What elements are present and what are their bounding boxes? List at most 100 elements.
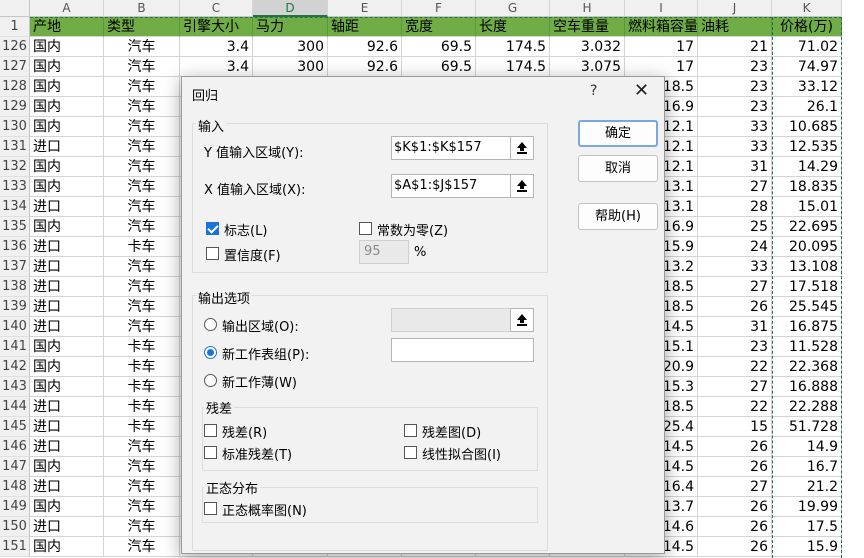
- table-cell[interactable]: 33: [698, 117, 772, 137]
- row-header[interactable]: 147: [0, 457, 30, 477]
- table-cell[interactable]: 16.7: [772, 457, 842, 477]
- table-cell[interactable]: 11.528: [772, 337, 842, 357]
- row-header[interactable]: 151: [0, 537, 30, 557]
- header-cell[interactable]: 产地: [30, 17, 104, 37]
- table-cell[interactable]: 16.888: [772, 377, 842, 397]
- table-cell[interactable]: 300: [253, 37, 328, 57]
- x-range-collapse-button[interactable]: [510, 174, 534, 198]
- table-cell[interactable]: 国内: [30, 117, 104, 137]
- table-cell[interactable]: 国内: [30, 457, 104, 477]
- table-cell[interactable]: 71.02: [772, 37, 842, 57]
- normal-probability-checkbox[interactable]: [204, 502, 217, 515]
- table-cell[interactable]: 33: [698, 257, 772, 277]
- table-cell[interactable]: 17: [625, 57, 698, 77]
- line-fit-plots-checkbox[interactable]: [404, 446, 417, 459]
- table-cell[interactable]: 51.728: [772, 417, 842, 437]
- table-cell[interactable]: 17.5: [772, 517, 842, 537]
- row-header[interactable]: 127: [0, 57, 30, 77]
- row-header[interactable]: 146: [0, 437, 30, 457]
- table-cell[interactable]: 12.535: [772, 137, 842, 157]
- table-cell[interactable]: 汽车: [104, 317, 180, 337]
- table-cell[interactable]: 69.5: [402, 57, 476, 77]
- table-cell[interactable]: 3.4: [180, 37, 253, 57]
- table-cell[interactable]: 进口: [30, 417, 104, 437]
- new-worksheet-input[interactable]: [391, 338, 534, 362]
- table-cell[interactable]: 汽车: [104, 97, 180, 117]
- y-range-collapse-button[interactable]: [510, 136, 534, 160]
- table-cell[interactable]: 汽车: [104, 537, 180, 557]
- table-cell[interactable]: 汽车: [104, 57, 180, 77]
- table-cell[interactable]: 汽车: [104, 137, 180, 157]
- header-cell[interactable]: 燃料箱容量: [625, 17, 698, 37]
- header-cell[interactable]: 轴距: [328, 17, 402, 37]
- table-cell[interactable]: 300: [253, 57, 328, 77]
- table-cell[interactable]: 卡车: [104, 337, 180, 357]
- table-cell[interactable]: 27: [698, 177, 772, 197]
- row-header[interactable]: 135: [0, 217, 30, 237]
- row-header[interactable]: 145: [0, 417, 30, 437]
- header-cell[interactable]: 油耗: [698, 17, 772, 37]
- table-cell[interactable]: 22: [698, 397, 772, 417]
- row-header[interactable]: 133: [0, 177, 30, 197]
- header-cell[interactable]: 宽度: [402, 17, 476, 37]
- row-header[interactable]: 126: [0, 37, 30, 57]
- table-cell[interactable]: 汽车: [104, 157, 180, 177]
- table-cell[interactable]: 国内: [30, 497, 104, 517]
- table-cell[interactable]: 进口: [30, 277, 104, 297]
- table-cell[interactable]: 国内: [30, 177, 104, 197]
- table-cell[interactable]: 汽车: [104, 437, 180, 457]
- table-cell[interactable]: 进口: [30, 397, 104, 417]
- close-icon[interactable]: ✕: [634, 80, 649, 101]
- table-cell[interactable]: 汽车: [104, 177, 180, 197]
- table-cell[interactable]: 17.518: [772, 277, 842, 297]
- y-range-input[interactable]: $K$1:$K$157: [391, 136, 511, 160]
- table-cell[interactable]: 14.29: [772, 157, 842, 177]
- new-workbook-radio[interactable]: [204, 374, 217, 387]
- select-all-corner[interactable]: [0, 0, 30, 17]
- table-cell[interactable]: 22.368: [772, 357, 842, 377]
- table-cell[interactable]: 19.99: [772, 497, 842, 517]
- table-cell[interactable]: 22: [698, 357, 772, 377]
- table-cell[interactable]: 卡车: [104, 237, 180, 257]
- table-cell[interactable]: 15.9: [772, 537, 842, 557]
- table-cell[interactable]: 国内: [30, 377, 104, 397]
- table-cell[interactable]: 卡车: [104, 417, 180, 437]
- table-cell[interactable]: 174.5: [476, 57, 550, 77]
- table-cell[interactable]: 3.075: [550, 57, 625, 77]
- help-icon[interactable]: ?: [590, 83, 597, 99]
- table-cell[interactable]: 14.9: [772, 437, 842, 457]
- column-header[interactable]: E: [328, 0, 402, 17]
- standardized-residuals-checkbox[interactable]: [204, 446, 217, 459]
- table-cell[interactable]: 31: [698, 157, 772, 177]
- table-cell[interactable]: 汽车: [104, 477, 180, 497]
- table-cell[interactable]: 21.2: [772, 477, 842, 497]
- row-header[interactable]: 129: [0, 97, 30, 117]
- labels-checkbox[interactable]: [206, 222, 219, 235]
- table-cell[interactable]: 汽车: [104, 257, 180, 277]
- table-cell[interactable]: 国内: [30, 57, 104, 77]
- column-header[interactable]: C: [180, 0, 253, 17]
- table-cell[interactable]: 汽车: [104, 37, 180, 57]
- table-cell[interactable]: 33: [698, 137, 772, 157]
- table-cell[interactable]: 31: [698, 317, 772, 337]
- row-header[interactable]: 136: [0, 237, 30, 257]
- row-header[interactable]: 138: [0, 277, 30, 297]
- header-cell[interactable]: 类型: [104, 17, 180, 37]
- table-cell[interactable]: 汽车: [104, 217, 180, 237]
- table-cell[interactable]: 进口: [30, 297, 104, 317]
- row-header[interactable]: 141: [0, 337, 30, 357]
- table-cell[interactable]: 26: [698, 297, 772, 317]
- table-cell[interactable]: 23: [698, 97, 772, 117]
- row-header[interactable]: 140: [0, 317, 30, 337]
- table-cell[interactable]: 22.695: [772, 217, 842, 237]
- column-header[interactable]: F: [402, 0, 476, 17]
- table-cell[interactable]: 15.01: [772, 197, 842, 217]
- x-range-input[interactable]: $A$1:$J$157: [391, 174, 511, 198]
- column-header[interactable]: I: [625, 0, 698, 17]
- table-cell[interactable]: 92.6: [328, 37, 402, 57]
- row-header[interactable]: 144: [0, 397, 30, 417]
- table-cell[interactable]: 26: [698, 457, 772, 477]
- row-header[interactable]: 130: [0, 117, 30, 137]
- column-header[interactable]: K: [772, 0, 842, 17]
- new-worksheet-radio[interactable]: [204, 346, 217, 359]
